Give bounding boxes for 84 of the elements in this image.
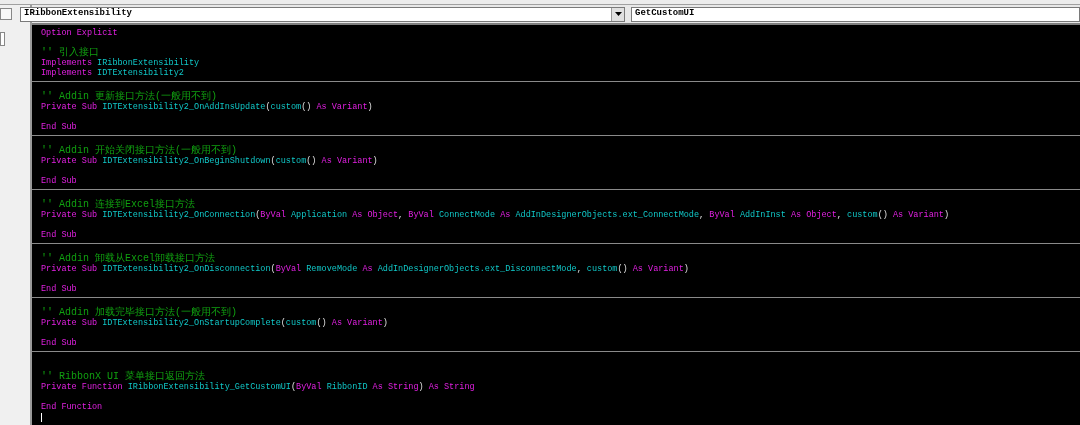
identifier-token: IDTExtensibility2_OnStartupComplete bbox=[101, 318, 281, 328]
keyword-token: ByVal bbox=[408, 210, 434, 220]
keyword-token: End Sub bbox=[41, 284, 77, 294]
keyword-token: Option Explicit bbox=[41, 28, 118, 38]
code-comment: '' Addin 更新接口方法(一般用不到) bbox=[41, 92, 217, 102]
keyword-token: As Variant bbox=[892, 210, 944, 220]
code-comment: '' RibbonX UI 菜单接口返回方法 bbox=[41, 372, 205, 382]
identifier-token: ConnectMode bbox=[437, 210, 497, 220]
keyword-token: ByVal bbox=[296, 382, 322, 392]
keyword-token: End Sub bbox=[41, 230, 77, 240]
code-comment: '' 引入接口 bbox=[41, 48, 99, 58]
code-editor[interactable] bbox=[32, 25, 1080, 425]
identifier-token: RibbonID bbox=[325, 382, 369, 392]
punctuation-token: ( bbox=[270, 156, 276, 166]
keyword-token: Private Sub bbox=[41, 102, 98, 112]
keyword-token: Private Sub bbox=[41, 318, 98, 328]
punctuation-token: , bbox=[576, 264, 583, 274]
punctuation-token: ) bbox=[683, 264, 689, 274]
keyword-token: As Variant bbox=[331, 318, 383, 328]
identifier-token: IDTExtensibility2_OnAddInsUpdate bbox=[101, 102, 266, 112]
panel-button[interactable] bbox=[0, 8, 12, 20]
identifier-token: AddInInst bbox=[738, 210, 787, 220]
identifier-token: IRibbonExtensibility_GetCustomUI bbox=[126, 382, 291, 392]
punctuation-token: , bbox=[398, 210, 405, 220]
identifier-token: custom bbox=[285, 318, 317, 328]
identifier-token: IDTExtensibility2_OnDisconnection bbox=[101, 264, 271, 274]
keyword-token: ByVal bbox=[260, 210, 286, 220]
punctuation-token: ( bbox=[255, 210, 261, 220]
punctuation-token: ) bbox=[382, 318, 388, 328]
keyword-token: Private Sub bbox=[41, 210, 98, 220]
identifier-token: custom bbox=[270, 102, 302, 112]
punctuation-token: ) bbox=[367, 102, 373, 112]
identifier-token: Application bbox=[289, 210, 349, 220]
code-comment: '' Addin 卸载从Excel卸载接口方法 bbox=[41, 254, 215, 264]
identifier-token: RemoveMode bbox=[305, 264, 359, 274]
punctuation-token: ( bbox=[265, 102, 271, 112]
punctuation-token: ) bbox=[418, 382, 425, 392]
punctuation-token: ) bbox=[943, 210, 950, 220]
keyword-token: End Sub bbox=[41, 338, 77, 348]
keyword-token: Implements bbox=[41, 58, 92, 68]
keyword-token: As Object bbox=[352, 210, 399, 220]
punctuation-token: () bbox=[316, 318, 328, 328]
punctuation-token: ) bbox=[372, 156, 378, 166]
punctuation-token: ( bbox=[280, 318, 286, 328]
identifier-token: IDTExtensibility2 bbox=[96, 68, 184, 78]
keyword-token: As Variant bbox=[321, 156, 373, 166]
procedure-dropdown[interactable]: GetCustomUI bbox=[631, 6, 1080, 22]
punctuation-token: () bbox=[306, 156, 318, 166]
punctuation-token: , bbox=[699, 210, 706, 220]
punctuation-token: () bbox=[301, 102, 313, 112]
keyword-token: As Variant bbox=[632, 264, 684, 274]
code-comment: '' Addin 加载完毕接口方法(一般用不到) bbox=[41, 308, 237, 318]
punctuation-token: () bbox=[617, 264, 629, 274]
keyword-token: Private Sub bbox=[41, 264, 98, 274]
punctuation-token: ( bbox=[270, 264, 276, 274]
keyword-token: Implements bbox=[41, 68, 92, 78]
text-cursor bbox=[41, 412, 42, 422]
keyword-token: End Sub bbox=[41, 176, 77, 186]
keyword-token: ByVal bbox=[709, 210, 735, 220]
keyword-token: As String bbox=[428, 382, 475, 392]
identifier-token: IDTExtensibility2_OnConnection bbox=[101, 210, 256, 220]
keyword-token: ByVal bbox=[275, 264, 302, 274]
panel-button[interactable] bbox=[0, 32, 5, 46]
keyword-token: End Sub bbox=[41, 122, 77, 132]
keyword-token: Private Function bbox=[41, 382, 123, 392]
code-comment: '' Addin 开始关闭接口方法(一般用不到) bbox=[41, 146, 237, 156]
keyword-token: As String bbox=[372, 382, 419, 392]
keyword-token: Private Sub bbox=[41, 156, 98, 166]
keyword-token: End Function bbox=[41, 402, 103, 412]
punctuation-token: ( bbox=[290, 382, 297, 392]
punctuation-token: () bbox=[877, 210, 889, 220]
keyword-token: As Object bbox=[790, 210, 837, 220]
identifier-token: IDTExtensibility2_OnBeginShutdown bbox=[101, 156, 271, 166]
punctuation-token: , bbox=[836, 210, 843, 220]
identifier-token: custom bbox=[275, 156, 307, 166]
object-dropdown[interactable]: IRibbonExtensibility bbox=[20, 6, 625, 22]
code-comment: '' Addin 连接到Excel接口方法 bbox=[41, 200, 195, 210]
identifier-token: custom bbox=[586, 264, 618, 274]
identifier-token: IRibbonExtensibility bbox=[96, 58, 200, 68]
identifier-token: AddInDesignerObjects.ext_DisconnectMode bbox=[376, 264, 577, 274]
keyword-token: As bbox=[362, 264, 373, 274]
identifier-token: custom bbox=[847, 210, 878, 220]
keyword-token: As bbox=[500, 210, 511, 220]
keyword-token: As Variant bbox=[316, 102, 368, 112]
